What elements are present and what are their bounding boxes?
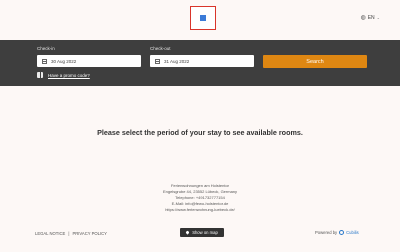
footer-links: LEGAL NOTICE | PRIVACY POLICY (35, 231, 107, 236)
calendar-icon (155, 58, 160, 64)
checkout-value: 31 Aug 2022 (164, 58, 190, 64)
hotel-address: Ferienwohnungen am Holstentor Engelsgrub… (0, 183, 400, 213)
cubilis-brand: Cubilis (346, 230, 359, 235)
chevron-down-icon: ⌄ (376, 15, 380, 20)
powered-by[interactable]: Powered by Cubilis (315, 230, 359, 235)
checkin-label: Check-in (37, 46, 55, 51)
legal-notice-link[interactable]: LEGAL NOTICE (35, 231, 65, 236)
gift-icon (37, 72, 43, 78)
hotel-logo[interactable] (190, 6, 216, 30)
checkin-field[interactable]: 30 Aug 2022 (37, 55, 141, 67)
hotel-logo-icon (200, 15, 206, 21)
cubilis-logo-icon (339, 230, 345, 235)
promo-code-row: Have a promo code? (37, 72, 90, 78)
search-button[interactable]: Search (263, 55, 367, 68)
checkout-label: Check-out (150, 46, 171, 51)
header: ◍ EN ⌄ (0, 0, 400, 36)
footer-separator: | (68, 231, 70, 236)
checkout-field[interactable]: 31 Aug 2022 (150, 55, 254, 67)
promo-code-link[interactable]: Have a promo code? (48, 73, 90, 78)
map-pin-icon (185, 230, 190, 235)
checkin-value: 30 Aug 2022 (51, 58, 77, 64)
calendar-icon (42, 58, 47, 64)
language-selector[interactable]: ◍ EN ⌄ (360, 14, 380, 22)
booking-search-bar: Check-in 30 Aug 2022 Check-out 31 Aug 20… (0, 40, 400, 86)
show-on-map-label: Show on map (192, 230, 218, 235)
globe-icon: ◍ (360, 15, 366, 21)
language-label: EN (367, 14, 375, 21)
address-line: https://www.ferienwohnung-luebeck.de/ (165, 207, 235, 212)
show-on-map-button[interactable]: Show on map (180, 228, 224, 237)
privacy-policy-link[interactable]: PRIVACY POLICY (72, 231, 107, 236)
select-period-message: Please select the period of your stay to… (97, 128, 303, 137)
powered-by-label: Powered by (315, 230, 338, 235)
